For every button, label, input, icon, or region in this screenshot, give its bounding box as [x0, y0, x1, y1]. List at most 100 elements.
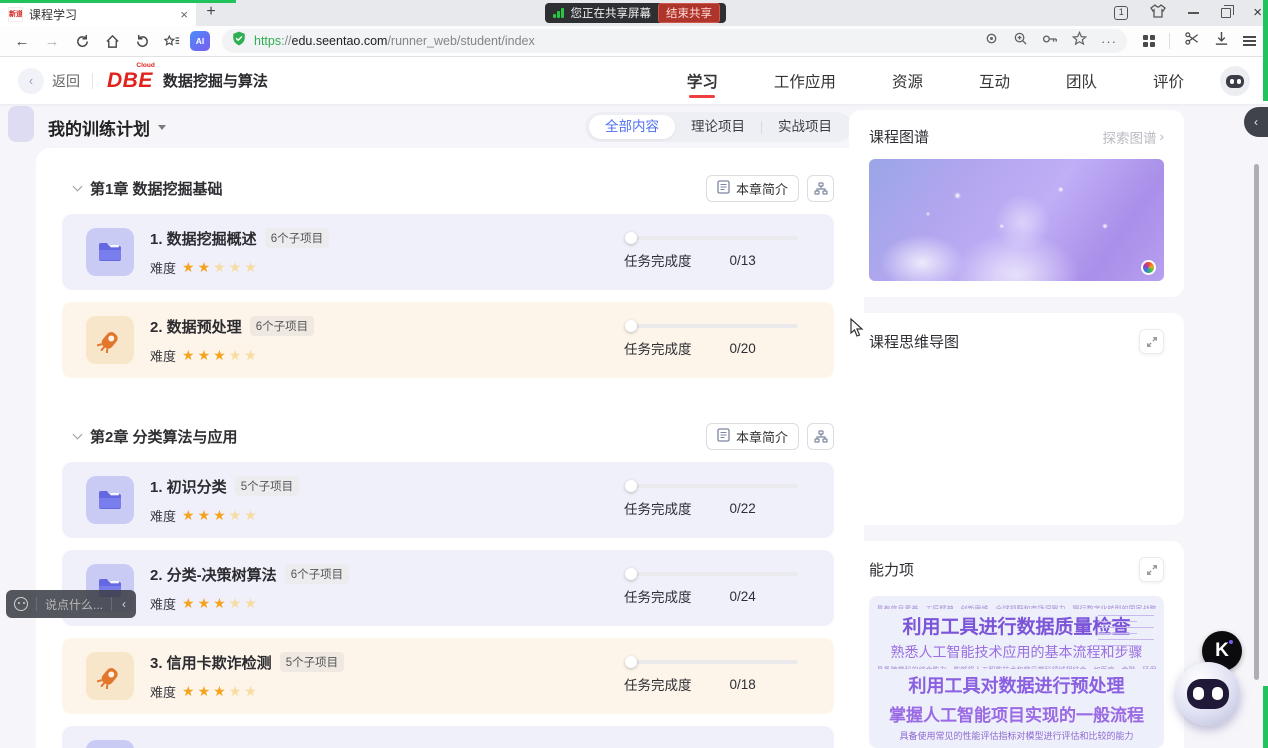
subproject-badge: 6个子项目: [285, 564, 349, 584]
emoji-smiley-icon[interactable]: [14, 597, 28, 611]
back-chevron-button[interactable]: ‹: [18, 68, 44, 94]
chat-input-pill[interactable]: 说点什么... ‹: [6, 590, 136, 618]
item-info: 3. 信用卡欺诈检测5个子项目难度★★★★★: [150, 652, 344, 701]
expand-icon[interactable]: [1139, 329, 1164, 354]
reader-target-icon[interactable]: [984, 31, 999, 51]
chat-placeholder[interactable]: 说点什么...: [45, 596, 103, 613]
progress-knob[interactable]: [625, 232, 637, 244]
tab-close-icon[interactable]: ×: [180, 7, 188, 22]
sidebar-collapse-tab[interactable]: ‹: [1244, 107, 1268, 137]
folder-icon: [86, 228, 134, 276]
filter-tab-2[interactable]: 理论项目: [675, 115, 761, 139]
page-scrollbar[interactable]: [1254, 164, 1259, 680]
apps-grid-icon[interactable]: [1143, 35, 1155, 47]
progress-knob[interactable]: [625, 656, 637, 668]
address-bar[interactable]: https://edu.seentao.com/runner_web/stude…: [222, 29, 1127, 53]
project-item[interactable]: 2. 分类-决策树算法6个子项目难度★★★★★任务完成度0/24: [62, 550, 834, 626]
filter-tab-1[interactable]: 全部内容: [589, 115, 675, 139]
expand-icon[interactable]: [1139, 557, 1164, 582]
sidebar: 课程图谱 探索图谱› 课程思维导图 能力项 具有信息素养、工匠精神、创新思维: [849, 110, 1184, 748]
project-item[interactable]: 1. 初识分类5个子项目难度★★★★★任务完成度0/22: [62, 462, 834, 538]
nav-item-4[interactable]: 互动: [977, 58, 1012, 104]
ai-assistant-icon[interactable]: AI: [190, 31, 210, 51]
window-close-button[interactable]: ×: [1253, 6, 1262, 20]
assistant-avatar-icon[interactable]: [1220, 66, 1250, 96]
progress-track[interactable]: [628, 236, 798, 240]
chevron-collapse-icon[interactable]: [73, 430, 83, 440]
progress-track[interactable]: [628, 572, 798, 576]
nav-item-6[interactable]: 评价: [1151, 58, 1186, 104]
collapsed-left-panel-chip[interactable]: [8, 106, 34, 142]
back-icon[interactable]: ←: [10, 29, 34, 53]
knowledge-graph-button[interactable]: [807, 175, 834, 202]
filter-tabs: 全部内容理论项目实战项目: [585, 112, 852, 142]
chapter-intro-button[interactable]: 本章简介: [706, 423, 799, 450]
star-icon: ★: [244, 259, 260, 275]
robot-assistant-icon[interactable]: [1176, 662, 1240, 726]
course-map-card: 课程图谱 探索图谱›: [849, 110, 1184, 297]
minimize-button[interactable]: [1188, 12, 1199, 14]
chapter-intro-label: 本章简介: [736, 179, 788, 198]
scissors-capture-icon[interactable]: [1184, 31, 1200, 51]
back-label[interactable]: 返回: [52, 71, 80, 91]
restore-button[interactable]: [1221, 8, 1231, 18]
project-item[interactable]: 2. 数据预处理6个子项目难度★★★★★任务完成度0/20: [62, 302, 834, 378]
item-title: 2. 分类-决策树算法: [150, 564, 277, 585]
subproject-badge: 6个子项目: [265, 228, 329, 248]
progress-knob[interactable]: [625, 480, 637, 492]
plan-title: 我的训练计划: [48, 115, 150, 140]
undo-history-icon[interactable]: [130, 29, 154, 53]
star-icon: ★: [244, 595, 260, 611]
forward-icon[interactable]: →: [40, 29, 64, 53]
theme-skin-icon[interactable]: [1150, 4, 1166, 23]
chevron-collapse-icon[interactable]: [73, 182, 83, 192]
knowledge-graph-button[interactable]: [807, 423, 834, 450]
item-info: 1. 初识分类5个子项目难度★★★★★: [150, 476, 299, 525]
ability-line-4: 具备跨学科的综合能力，能够将人工智能技术和常见学科领域相结合，如医疗、金融、环保…: [877, 665, 1157, 670]
explore-map-link[interactable]: 探索图谱›: [1103, 127, 1165, 147]
chapter-actions: 本章简介: [706, 175, 834, 202]
ability-line-5: 利用工具对数据进行预处理: [909, 672, 1125, 698]
security-shield-icon[interactable]: [232, 31, 246, 51]
nav-item-3[interactable]: 资源: [890, 58, 925, 104]
filter-tab-3[interactable]: 实战项目: [762, 115, 848, 139]
progress-track[interactable]: [628, 324, 798, 328]
progress-track[interactable]: [628, 484, 798, 488]
new-tab-button[interactable]: +: [196, 0, 226, 26]
difficulty-stars: ★★★★★: [182, 596, 260, 610]
favorites-icon[interactable]: [160, 29, 184, 53]
download-icon[interactable]: [1214, 31, 1229, 51]
progress-track[interactable]: [628, 660, 798, 664]
progress-label: 任务完成度: [624, 674, 692, 694]
browser-tab[interactable]: 新道 课程学习 ×: [0, 0, 196, 26]
reload-icon[interactable]: [70, 29, 94, 53]
home-icon[interactable]: [100, 29, 124, 53]
more-actions-icon[interactable]: ···: [1101, 34, 1117, 49]
chapter-intro-button[interactable]: 本章简介: [706, 175, 799, 202]
progress-label-row: 任务完成度0/24: [624, 586, 810, 606]
progress-knob[interactable]: [625, 320, 637, 332]
stop-share-button[interactable]: 结束共享: [658, 3, 720, 23]
menu-hamburger-icon[interactable]: [1243, 33, 1256, 48]
bookmark-star-icon[interactable]: [1072, 31, 1087, 51]
course-map-image[interactable]: [869, 159, 1164, 281]
chapter-title: 第2章 分类算法与应用: [90, 426, 238, 447]
progress-count: 0/18: [730, 677, 756, 692]
nav-item-1[interactable]: 学习: [685, 58, 720, 104]
zoom-icon[interactable]: [1013, 31, 1028, 51]
chat-collapse-icon[interactable]: ‹: [120, 597, 128, 611]
star-icon: ★: [182, 507, 198, 523]
project-item[interactable]: 1. 数据挖掘概述6个子项目难度★★★★★任务完成度0/13: [62, 214, 834, 290]
tab-count-icon[interactable]: 1: [1114, 6, 1128, 20]
star-icon: ★: [244, 683, 260, 699]
chevron-down-icon[interactable]: [158, 125, 166, 130]
star-icon: ★: [198, 595, 214, 611]
item-difficulty-row: 难度★★★★★: [150, 346, 314, 365]
password-key-icon[interactable]: [1042, 32, 1058, 50]
url-text[interactable]: https://edu.seentao.com/runner_web/stude…: [254, 34, 976, 48]
nav-item-5[interactable]: 团队: [1064, 58, 1099, 104]
progress-knob[interactable]: [625, 568, 637, 580]
project-item[interactable]: 4. 分类-逻辑回归算法4个子项目: [62, 726, 834, 748]
project-item[interactable]: 3. 信用卡欺诈检测5个子项目难度★★★★★ 任务完成度 0/18: [62, 638, 834, 714]
nav-item-2[interactable]: 工作应用: [772, 58, 838, 104]
